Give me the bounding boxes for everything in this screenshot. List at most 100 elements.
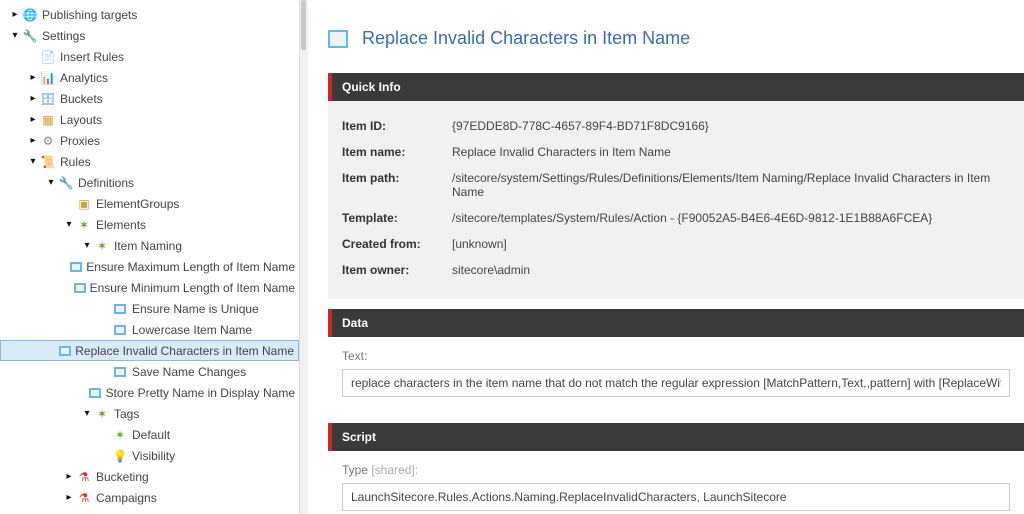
tree-item[interactable]: ▾🔧Definitions xyxy=(0,172,299,193)
tree-item[interactable]: ▾🔧Settings xyxy=(0,25,299,46)
quick-info-key: Item owner: xyxy=(342,263,452,277)
tree-item[interactable]: ▸⚗Campaigns xyxy=(0,487,299,508)
collapse-icon[interactable]: ▾ xyxy=(10,30,20,41)
content-tree[interactable]: ▸🌐Publishing targets▾🔧Settings▸📄Insert R… xyxy=(0,0,300,514)
tree-item[interactable]: ▸▦ Layouts xyxy=(0,109,299,130)
tree-item-icon: 🔧 xyxy=(22,28,38,44)
toggle-placeholder: ▸ xyxy=(100,429,110,440)
toggle-placeholder: ▸ xyxy=(100,366,110,377)
toggle-placeholder: ▸ xyxy=(52,345,57,356)
tree-item-icon xyxy=(112,364,128,380)
tree-item[interactable]: ▸💡 Visibility xyxy=(0,445,299,466)
tree-item-label: Campaigns xyxy=(96,491,157,505)
tree-item-icon: ✶ xyxy=(76,217,92,233)
tree-item-icon xyxy=(112,301,128,317)
tree-item[interactable]: ▸Save Name Changes xyxy=(0,361,299,382)
quick-info-key: Item name: xyxy=(342,145,452,159)
collapse-icon[interactable]: ▾ xyxy=(82,408,92,419)
tree-item-label: Elements xyxy=(96,218,146,232)
quick-info-value: /sitecore/system/Settings/Rules/Definiti… xyxy=(452,171,1010,199)
tree-item-label: Ensure Name is Unique xyxy=(132,302,259,316)
tree-item-label: Default xyxy=(132,428,170,442)
collapse-icon[interactable]: ▾ xyxy=(82,240,92,251)
quick-info-key: Item path: xyxy=(342,171,452,199)
expand-icon[interactable]: ▸ xyxy=(64,471,74,482)
tree-item-icon xyxy=(74,280,86,296)
tree-item-label: Layouts xyxy=(60,113,102,127)
toggle-placeholder: ▸ xyxy=(100,324,110,335)
tree-item-icon: 🌐 xyxy=(22,7,38,23)
tree-item-label: Bucketing xyxy=(96,470,149,484)
tree-item[interactable]: ▸📄Insert Rules xyxy=(0,46,299,67)
page-header: Replace Invalid Characters in Item Name xyxy=(322,10,1024,73)
tree-item-icon: ▦ xyxy=(40,112,56,128)
tree-item-icon: ⚙ xyxy=(40,133,56,149)
section-header-data[interactable]: Data xyxy=(328,309,1024,337)
script-section: Script Type [shared]: xyxy=(328,423,1024,514)
tree-item[interactable]: ▸✶Default xyxy=(0,424,299,445)
expand-icon[interactable]: ▸ xyxy=(28,93,38,104)
toggle-placeholder: ▸ xyxy=(100,303,110,314)
tree-item-label: Lowercase Item Name xyxy=(132,323,252,337)
toggle-placeholder: ▸ xyxy=(62,261,68,272)
tree-item-label: Store Pretty Name in Display Name xyxy=(106,386,295,400)
tree-item[interactable]: ▸Ensure Minimum Length of Item Name xyxy=(0,277,299,298)
tree-item[interactable]: ▸ Lowercase Item Name xyxy=(0,319,299,340)
tree-item-icon: 🔧 xyxy=(58,175,74,191)
page-title: Replace Invalid Characters in Item Name xyxy=(362,28,690,49)
quick-info-row: Item path:/sitecore/system/Settings/Rule… xyxy=(342,165,1010,205)
toggle-placeholder: ▸ xyxy=(79,387,87,398)
section-header-script[interactable]: Script xyxy=(328,423,1024,451)
expand-icon[interactable]: ▸ xyxy=(28,114,38,125)
tree-item[interactable]: ▸⚙Proxies xyxy=(0,130,299,151)
tree-item[interactable]: ▸▣ElementGroups xyxy=(0,193,299,214)
quick-info-row: Item name:Replace Invalid Characters in … xyxy=(342,139,1010,165)
section-header-quick-info[interactable]: Quick Info xyxy=(328,73,1024,101)
tree-item-label: Rules xyxy=(60,155,91,169)
tree-item-icon: 💡 xyxy=(112,448,128,464)
tree-item[interactable]: ▸📊Analytics xyxy=(0,67,299,88)
tree-item-label: ElementGroups xyxy=(96,197,179,211)
expand-icon[interactable]: ▸ xyxy=(28,135,38,146)
quick-info-row: Item owner:sitecore\admin xyxy=(342,257,1010,283)
text-field-label: Text: xyxy=(342,349,1010,363)
collapse-icon[interactable]: ▾ xyxy=(46,177,56,188)
tree-item[interactable]: ▸ Store Pretty Name in Display Name xyxy=(0,382,299,403)
collapse-icon[interactable]: ▾ xyxy=(28,156,38,167)
type-field[interactable] xyxy=(342,483,1010,511)
tree-item[interactable]: ▸⚗Bucketing xyxy=(0,466,299,487)
tree-item[interactable]: ▸🌐Publishing targets xyxy=(0,4,299,25)
text-field[interactable] xyxy=(342,369,1010,397)
toggle-placeholder: ▸ xyxy=(65,282,72,293)
type-field-label: Type [shared]: xyxy=(342,463,1010,477)
collapse-icon[interactable]: ▾ xyxy=(64,219,74,230)
tree-item-label: Visibility xyxy=(132,449,175,463)
expand-icon[interactable]: ▸ xyxy=(64,492,74,503)
tree-item[interactable]: ▸🗄Buckets xyxy=(0,88,299,109)
tree-item[interactable]: ▾📜Rules xyxy=(0,151,299,172)
tree-item[interactable]: ▸ Replace Invalid Characters in Item Name xyxy=(0,340,299,361)
tree-item-label: Replace Invalid Characters in Item Name xyxy=(75,344,294,358)
data-body: Text: xyxy=(328,337,1024,413)
tree-item-label: Analytics xyxy=(60,71,108,85)
tree-item[interactable]: ▾✶ Elements xyxy=(0,214,299,235)
tree-item-icon: ✶ xyxy=(94,238,110,254)
tree-item-label: Insert Rules xyxy=(60,50,124,64)
tree-item[interactable]: ▸Ensure Maximum Length of Item Name xyxy=(0,256,299,277)
toggle-placeholder: ▸ xyxy=(100,450,110,461)
quick-info-key: Item ID: xyxy=(342,119,452,133)
quick-info-key: Template: xyxy=(342,211,452,225)
tree-item-icon: 📄 xyxy=(40,49,56,65)
quick-info-body: Item ID:{97EDDE8D-778C-4657-89F4-BD71F8D… xyxy=(328,101,1024,299)
tree-item[interactable]: ▾✶Tags xyxy=(0,403,299,424)
tree-item-icon xyxy=(70,259,82,275)
quick-info-row: Created from:[unknown] xyxy=(342,231,1010,257)
tree-item[interactable]: ▾✶Item Naming xyxy=(0,235,299,256)
tree-item[interactable]: ▸ Ensure Name is Unique xyxy=(0,298,299,319)
expand-icon[interactable]: ▸ xyxy=(10,9,20,20)
tree-item-icon xyxy=(89,385,102,401)
splitter[interactable] xyxy=(300,0,308,514)
tree-item-label: Buckets xyxy=(60,92,103,106)
expand-icon[interactable]: ▸ xyxy=(28,72,38,83)
quick-info-section: Quick Info Item ID:{97EDDE8D-778C-4657-8… xyxy=(328,73,1024,299)
